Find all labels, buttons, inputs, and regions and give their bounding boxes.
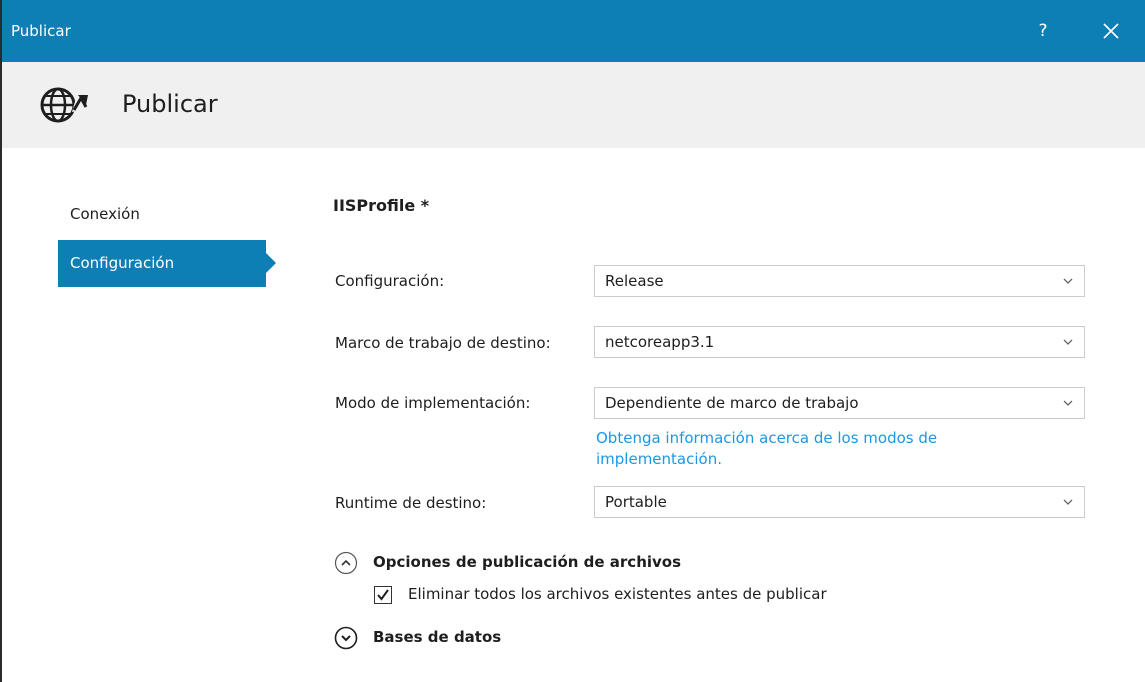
- window-title: Publicar: [11, 22, 71, 40]
- chevron-up-circle-icon[interactable]: [334, 551, 358, 575]
- sidebar-item-configuracion[interactable]: Configuración: [58, 240, 276, 287]
- chevron-down-icon: [1063, 339, 1073, 345]
- title-bar: Publicar ?: [2, 0, 1145, 62]
- chevron-down-icon: [1063, 278, 1073, 284]
- close-icon: [1103, 23, 1119, 39]
- select-value: Portable: [605, 493, 667, 511]
- dialog-header: Publicar: [2, 62, 1145, 148]
- select-value: Dependiente de marco de trabajo: [605, 394, 859, 412]
- header-title: Publicar: [122, 90, 218, 118]
- sidebar-item-conexion[interactable]: Conexión: [58, 191, 266, 238]
- help-button[interactable]: ?: [1030, 17, 1056, 45]
- sidebar-item-label: Configuración: [70, 254, 175, 272]
- deployment-modes-link[interactable]: Obtenga información acerca de los modos …: [596, 428, 1036, 470]
- checkmark-icon: [377, 589, 389, 601]
- target-runtime-select[interactable]: Portable: [594, 486, 1085, 518]
- select-value: netcoreapp3.1: [605, 333, 715, 351]
- target-runtime-label: Runtime de destino:: [335, 494, 487, 512]
- databases-toggle[interactable]: Bases de datos: [373, 628, 501, 646]
- configuration-label: Configuración:: [335, 272, 445, 290]
- chevron-down-icon: [1063, 400, 1073, 406]
- profile-title: IISProfile *: [333, 196, 430, 215]
- selected-indicator: [266, 253, 276, 273]
- deployment-mode-label: Modo de implementación:: [335, 394, 531, 412]
- chevron-down-circle-icon[interactable]: [334, 626, 358, 650]
- delete-existing-files-checkbox[interactable]: [374, 586, 392, 604]
- sidebar-item-label: Conexión: [70, 205, 140, 223]
- globe-publish-icon: [40, 87, 88, 123]
- delete-existing-files-label: Eliminar todos los archivos existentes a…: [408, 585, 827, 603]
- file-publish-options-toggle[interactable]: Opciones de publicación de archivos: [373, 553, 681, 571]
- target-framework-label: Marco de trabajo de destino:: [335, 334, 551, 352]
- configuration-select[interactable]: Release: [594, 265, 1085, 297]
- deployment-mode-select[interactable]: Dependiente de marco de trabajo: [594, 387, 1085, 419]
- close-button[interactable]: [1096, 17, 1126, 45]
- chevron-down-icon: [1063, 499, 1073, 505]
- select-value: Release: [605, 272, 664, 290]
- target-framework-select[interactable]: netcoreapp3.1: [594, 326, 1085, 358]
